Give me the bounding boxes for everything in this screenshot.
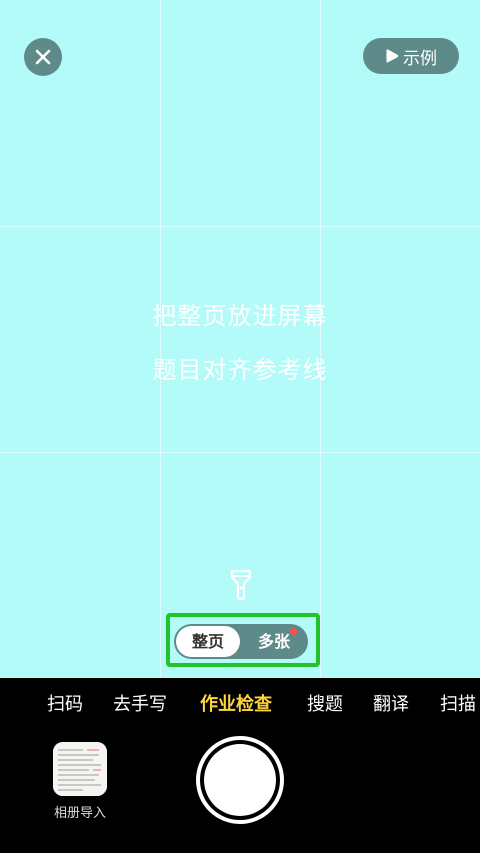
example-label: 示例 [403,48,437,69]
album-import-label: 相册导入 [53,806,106,821]
new-badge-dot [290,628,297,635]
shutter-button[interactable] [196,736,284,824]
hint-text-line2: 题目对齐参考线 [152,356,328,384]
album-thumbnail[interactable] [53,742,107,796]
shutter-inner [204,744,276,816]
play-icon [386,49,399,63]
example-button[interactable]: 示例 [363,38,459,74]
tab-remove-handwriting[interactable]: 去手写 [113,690,167,716]
bottom-bar: 扫码 去手写 作业检查 搜题 翻译 扫描 相册导入 [0,678,480,853]
tab-scan-code[interactable]: 扫码 [47,690,83,716]
tab-translate[interactable]: 翻译 [373,690,409,716]
guide-line-vertical [320,0,321,678]
mode-option-full-page[interactable]: 整页 [176,626,240,657]
close-button[interactable] [24,38,62,76]
album-preview-image [53,742,107,796]
mode-tabs: 扫码 去手写 作业检查 搜题 翻译 扫描 [0,678,480,730]
guide-line-vertical [160,0,161,678]
tab-search-question[interactable]: 搜题 [307,690,343,716]
tab-homework-check[interactable]: 作业检查 [200,690,272,716]
close-icon [35,49,51,65]
guide-line-horizontal [0,452,480,453]
hint-text-line1: 把整页放进屏幕 [152,302,328,330]
camera-viewfinder[interactable]: 示例 把整页放进屏幕 题目对齐参考线 整页 多张 [0,0,480,678]
guide-line-horizontal [0,226,480,227]
tab-scan[interactable]: 扫描 [440,690,476,716]
mode-toggle[interactable]: 整页 多张 [174,624,308,659]
flashlight-icon[interactable] [228,568,254,602]
